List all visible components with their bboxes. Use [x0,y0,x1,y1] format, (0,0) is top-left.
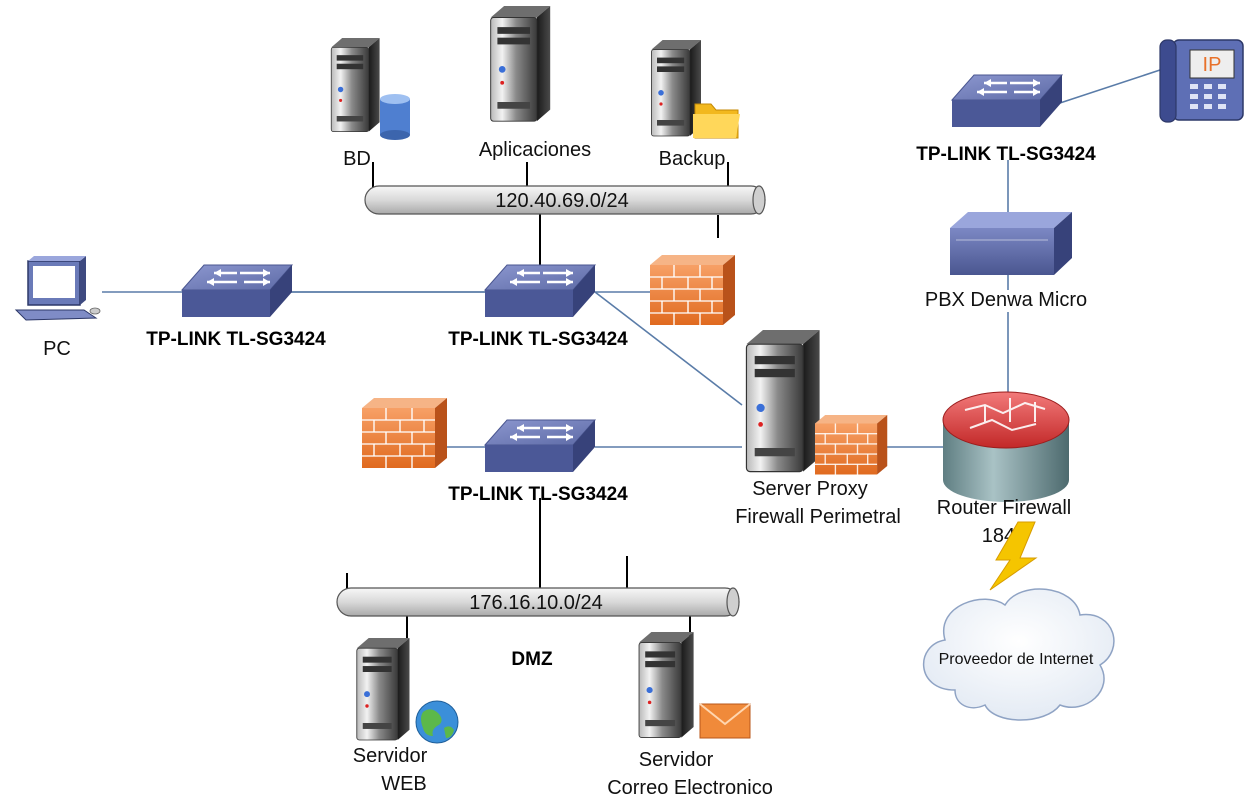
bus-internal-label: 120.40.69.0/24 [495,190,628,212]
server-mail-label-line1: Servidor [639,749,714,771]
folder-icon [693,103,740,139]
server-web[interactable] [356,637,410,741]
server-mail[interactable] [638,631,695,739]
firewall-core[interactable] [649,254,736,326]
dmz-zone-label: DMZ [511,649,553,670]
switch-pc[interactable] [180,263,294,319]
switch-core[interactable] [483,263,597,319]
router-label-line1: Router Firewall [937,497,1071,519]
pc-icon[interactable] [14,256,101,321]
link-switch-phone [1059,69,1161,104]
database-icon [380,94,410,140]
switch-voip[interactable] [950,73,1064,129]
server-backup-label: Backup [659,148,726,170]
bus-dmz: 176.16.10.0/24 [336,587,740,617]
proxy-label-line1: Server Proxy [752,478,868,500]
envelope-icon [699,703,751,739]
bus-internal: 120.40.69.0/24 [364,185,766,215]
isp-label: Proveedor de Internet [939,651,1094,668]
proxy-label-line2: Firewall Perimetral [735,506,901,528]
network-diagram: 120.40.69.0/24 176.16.10.0/24 BD Aplicac… [14,5,1244,799]
phone-badge: IP [1203,54,1222,76]
pbx-label: PBX Denwa Micro [925,289,1087,311]
bus-dmz-label: 176.16.10.0/24 [469,592,602,614]
server-web-label-line1: Servidor [353,745,428,767]
server-bd[interactable] [330,37,380,132]
globe-icon [415,700,459,744]
server-web-label-line2: WEB [381,773,427,795]
pbx-device[interactable] [950,212,1072,275]
switch-dmz-label: TP-LINK TL-SG3424 [448,484,628,505]
server-proxy[interactable] [745,329,821,473]
switch-pc-label: TP-LINK TL-SG3424 [146,329,326,350]
firewall-dmz[interactable] [361,397,448,469]
switch-dmz[interactable] [483,418,597,474]
server-mail-label-line2: Correo Electronico [607,777,773,799]
router-firewall[interactable] [942,391,1070,502]
switch-core-label: TP-LINK TL-SG3424 [448,329,628,350]
proxy-firewall-icon[interactable] [814,414,888,476]
server-aplicaciones[interactable] [490,5,551,122]
pc-label: PC [43,338,71,360]
ip-phone-icon[interactable]: IP [1159,39,1244,123]
server-bd-label: BD [343,148,371,170]
server-aplicaciones-label: Aplicaciones [479,139,591,161]
switch-voip-label: TP-LINK TL-SG3424 [916,144,1096,165]
